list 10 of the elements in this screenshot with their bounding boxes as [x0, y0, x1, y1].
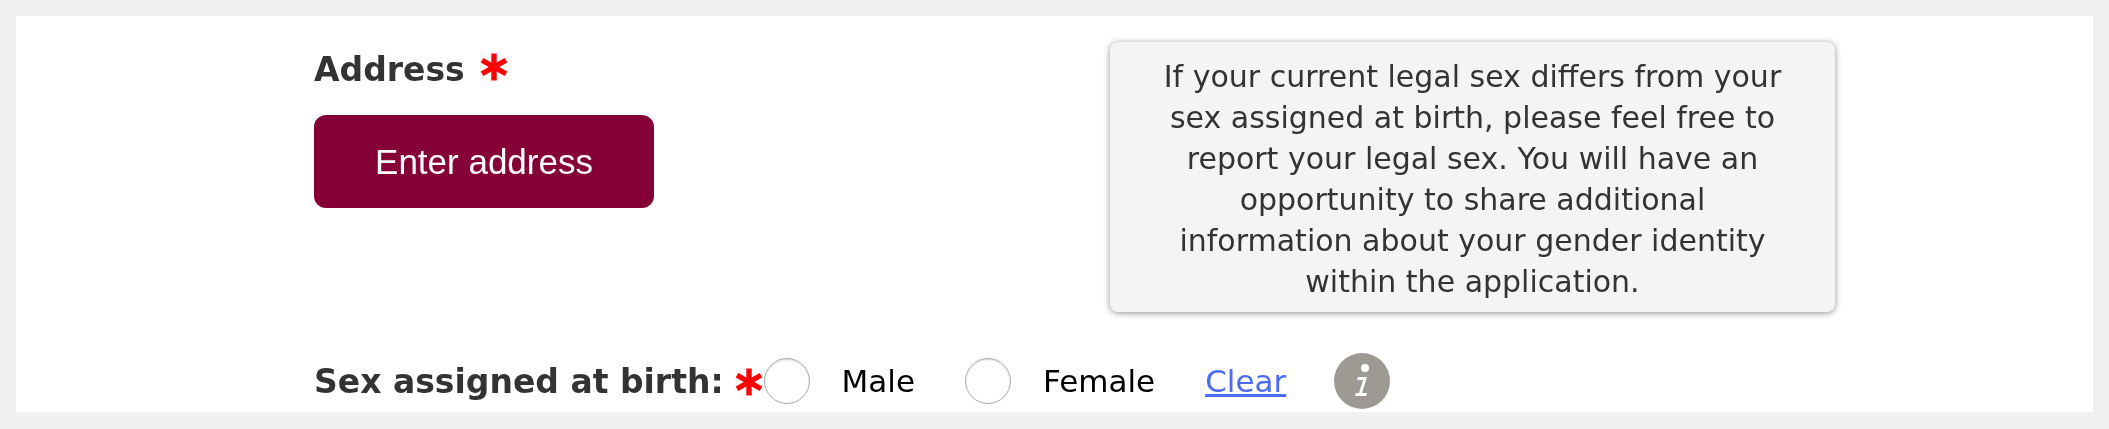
info-icon[interactable]	[1334, 353, 1391, 409]
field-label: Address	[314, 50, 465, 89]
radio-button[interactable]	[965, 358, 1012, 404]
field-label: Sex assigned at birth:	[314, 361, 724, 401]
enter-address-button[interactable]: Enter address	[314, 115, 654, 208]
option-label: Female	[1043, 363, 1156, 399]
option-label: Male	[841, 363, 916, 399]
clear-link[interactable]: Clear	[1205, 363, 1287, 399]
tooltip: If your current legal sex differs from your sex assigned at birth, please feel free to report your legal sex. You will have an opportunity to share additional information about your gender identity within the application.	[1110, 42, 1835, 312]
radio-button[interactable]	[763, 358, 810, 404]
